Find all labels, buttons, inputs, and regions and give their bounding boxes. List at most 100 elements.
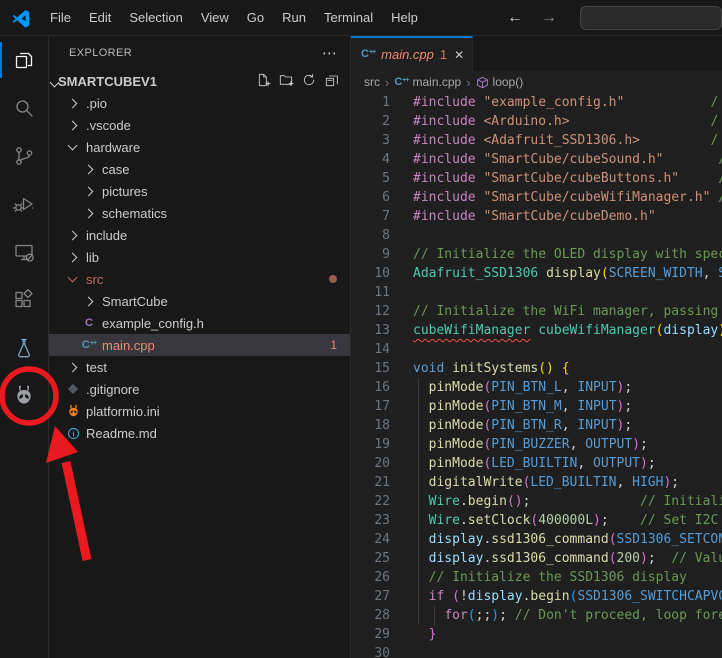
menu-view[interactable]: View	[192, 7, 238, 28]
activitybar-testing-flask-icon[interactable]	[0, 324, 48, 372]
activitybar-explorer-icon[interactable]	[0, 36, 48, 84]
code-line-2[interactable]: 2#include <Arduino.h> /	[351, 112, 722, 131]
code-text: #include <Adafruit_SSD1306.h> /	[413, 131, 718, 150]
menu-run[interactable]: Run	[273, 7, 315, 28]
tree-item-Readme.md[interactable]: Readme.md	[49, 422, 350, 444]
code-text: }	[413, 625, 436, 644]
code-line-16[interactable]: 16 pinMode(PIN_BTN_L, INPUT);	[351, 378, 722, 397]
code-line-9[interactable]: 9// Initialize the OLED display with spe…	[351, 245, 722, 264]
file-cpp-icon: C++	[82, 340, 96, 351]
code-text: #include "example_config.h" /	[413, 93, 718, 112]
forward-arrow-icon[interactable]: →	[532, 9, 566, 27]
line-number: 24	[351, 530, 390, 549]
tree-item-schematics[interactable]: schematics	[49, 202, 350, 224]
tree-item-label: test	[86, 360, 107, 375]
chevron-right-icon	[67, 98, 77, 108]
line-number: 18	[351, 416, 390, 435]
menu-go[interactable]: Go	[238, 7, 273, 28]
menu-help[interactable]: Help	[382, 7, 427, 28]
code-line-18[interactable]: 18 pinMode(PIN_BTN_R, INPUT);	[351, 416, 722, 435]
breadcrumb-src[interactable]: src	[364, 75, 380, 89]
code-line-15[interactable]: 15void initSystems() {	[351, 359, 722, 378]
tree-item-include[interactable]: include	[49, 224, 350, 246]
activitybar-search-icon[interactable]	[0, 84, 48, 132]
collapse-all-icon[interactable]	[324, 72, 340, 91]
tree-item-platformio.ini[interactable]: platformio.ini	[49, 400, 350, 422]
line-number: 29	[351, 625, 390, 644]
refresh-icon[interactable]	[301, 72, 317, 91]
tree-item-hardware[interactable]: hardware	[49, 136, 350, 158]
code-line-1[interactable]: 1#include "example_config.h" /	[351, 93, 722, 112]
tree-item-lib[interactable]: lib	[49, 246, 350, 268]
code-line-29[interactable]: 29 }	[351, 625, 722, 644]
menu-file[interactable]: File	[41, 7, 80, 28]
activitybar-platformio-icon[interactable]	[0, 372, 48, 420]
line-number: 12	[351, 302, 390, 321]
file-info-icon	[67, 427, 80, 440]
code-text: digitalWrite(LED_BUILTIN, HIGH);	[413, 473, 679, 492]
activitybar-extensions-icon[interactable]	[0, 276, 48, 324]
code-line-20[interactable]: 20 pinMode(LED_BUILTIN, OUTPUT);	[351, 454, 722, 473]
tree-item-src[interactable]: src	[49, 268, 350, 290]
close-icon[interactable]: ✕	[454, 48, 464, 62]
breadcrumb-main-cpp[interactable]: C++main.cpp	[394, 75, 461, 89]
project-root-row[interactable]: SMARTCUBEV1	[49, 70, 350, 92]
code-line-3[interactable]: 3#include <Adafruit_SSD1306.h> /	[351, 131, 722, 150]
tree-item-example_config.h[interactable]: Cexample_config.h	[49, 312, 350, 334]
code-area[interactable]: 1#include "example_config.h" /2#include …	[351, 93, 722, 658]
code-line-28[interactable]: 28 for(;;); // Don't proceed, loop fore	[351, 606, 722, 625]
code-line-22[interactable]: 22 Wire.begin(); // Initializ	[351, 492, 722, 511]
new-folder-icon[interactable]	[278, 72, 294, 91]
tree-item-.gitignore[interactable]: .gitignore	[49, 378, 350, 400]
line-number: 10	[351, 264, 390, 283]
new-file-icon[interactable]	[255, 72, 271, 91]
breadcrumb-label: loop()	[493, 75, 524, 89]
code-line-19[interactable]: 19 pinMode(PIN_BUZZER, OUTPUT);	[351, 435, 722, 454]
menu-terminal[interactable]: Terminal	[315, 7, 382, 28]
tree-item-.pio[interactable]: .pio	[49, 92, 350, 114]
code-line-8[interactable]: 8	[351, 226, 722, 245]
explorer-sidebar: EXPLORER ⋯ SMARTCUBEV1 .pio.vscodehardwa…	[49, 36, 351, 658]
tree-item-test[interactable]: test	[49, 356, 350, 378]
code-line-10[interactable]: 10Adafruit_SSD1306 display(SCREEN_WIDTH,…	[351, 264, 722, 283]
activitybar-remote-explorer-icon[interactable]	[0, 228, 48, 276]
code-line-23[interactable]: 23 Wire.setClock(400000L); // Set I2C	[351, 511, 722, 530]
line-number: 6	[351, 188, 390, 207]
tab-main-cpp[interactable]: C++ main.cpp 1 ✕	[351, 36, 473, 71]
code-line-12[interactable]: 12 // Initialize the WiFi manager, passin…	[351, 302, 722, 321]
menu-bar: FileEditSelectionViewGoRunTerminalHelp	[41, 10, 427, 25]
tree-item-SmartCube[interactable]: SmartCube	[49, 290, 350, 312]
code-line-11[interactable]: 11	[351, 283, 722, 302]
line-number: 28	[351, 606, 390, 625]
code-line-24[interactable]: 24 display.ssd1306_command(SSD1306_SETCO…	[351, 530, 722, 549]
code-line-13[interactable]: 13cubeWifiManager cubeWifiManager(displa…	[351, 321, 722, 340]
menu-selection[interactable]: Selection	[120, 7, 191, 28]
code-line-4[interactable]: 4#include "SmartCube/cubeSound.h" /	[351, 150, 722, 169]
code-line-30[interactable]: 30	[351, 644, 722, 658]
code-line-21[interactable]: 21 digitalWrite(LED_BUILTIN, HIGH);	[351, 473, 722, 492]
tree-item-.vscode[interactable]: .vscode	[49, 114, 350, 136]
code-text: #include "SmartCube/cubeDemo.h"	[413, 207, 656, 226]
code-text: // Initialize the WiFi manager, passing	[413, 302, 722, 321]
menu-edit[interactable]: Edit	[80, 7, 120, 28]
code-line-26[interactable]: 26 // Initialize the SSD1306 display	[351, 568, 722, 587]
chevron-down-icon	[67, 141, 77, 151]
back-arrow-icon[interactable]: ←	[498, 9, 532, 27]
code-line-17[interactable]: 17 pinMode(PIN_BTN_M, INPUT);	[351, 397, 722, 416]
activitybar-run-debug-icon[interactable]	[0, 180, 48, 228]
tree-item-case[interactable]: case	[49, 158, 350, 180]
code-line-14[interactable]: 14	[351, 340, 722, 359]
activitybar-source-control-icon[interactable]	[0, 132, 48, 180]
code-line-6[interactable]: 6#include "SmartCube/cubeWifiManager.h" …	[351, 188, 722, 207]
breadcrumb-separator-icon: ›	[466, 75, 470, 90]
code-line-7[interactable]: 7#include "SmartCube/cubeDemo.h"	[351, 207, 722, 226]
tree-item-pictures[interactable]: pictures	[49, 180, 350, 202]
more-actions-icon[interactable]: ⋯	[322, 44, 338, 62]
command-search-box[interactable]	[580, 6, 722, 30]
tree-item-main.cpp[interactable]: C++main.cpp1	[49, 334, 350, 356]
code-line-25[interactable]: 25 display.ssd1306_command(200); // Valu	[351, 549, 722, 568]
breadcrumb-loop-[interactable]: loop()	[476, 75, 524, 89]
code-line-5[interactable]: 5#include "SmartCube/cubeButtons.h" /	[351, 169, 722, 188]
code-line-27[interactable]: 27 if (!display.begin(SSD1306_SWITCHCAPV…	[351, 587, 722, 606]
tree-item-label: case	[102, 162, 129, 177]
